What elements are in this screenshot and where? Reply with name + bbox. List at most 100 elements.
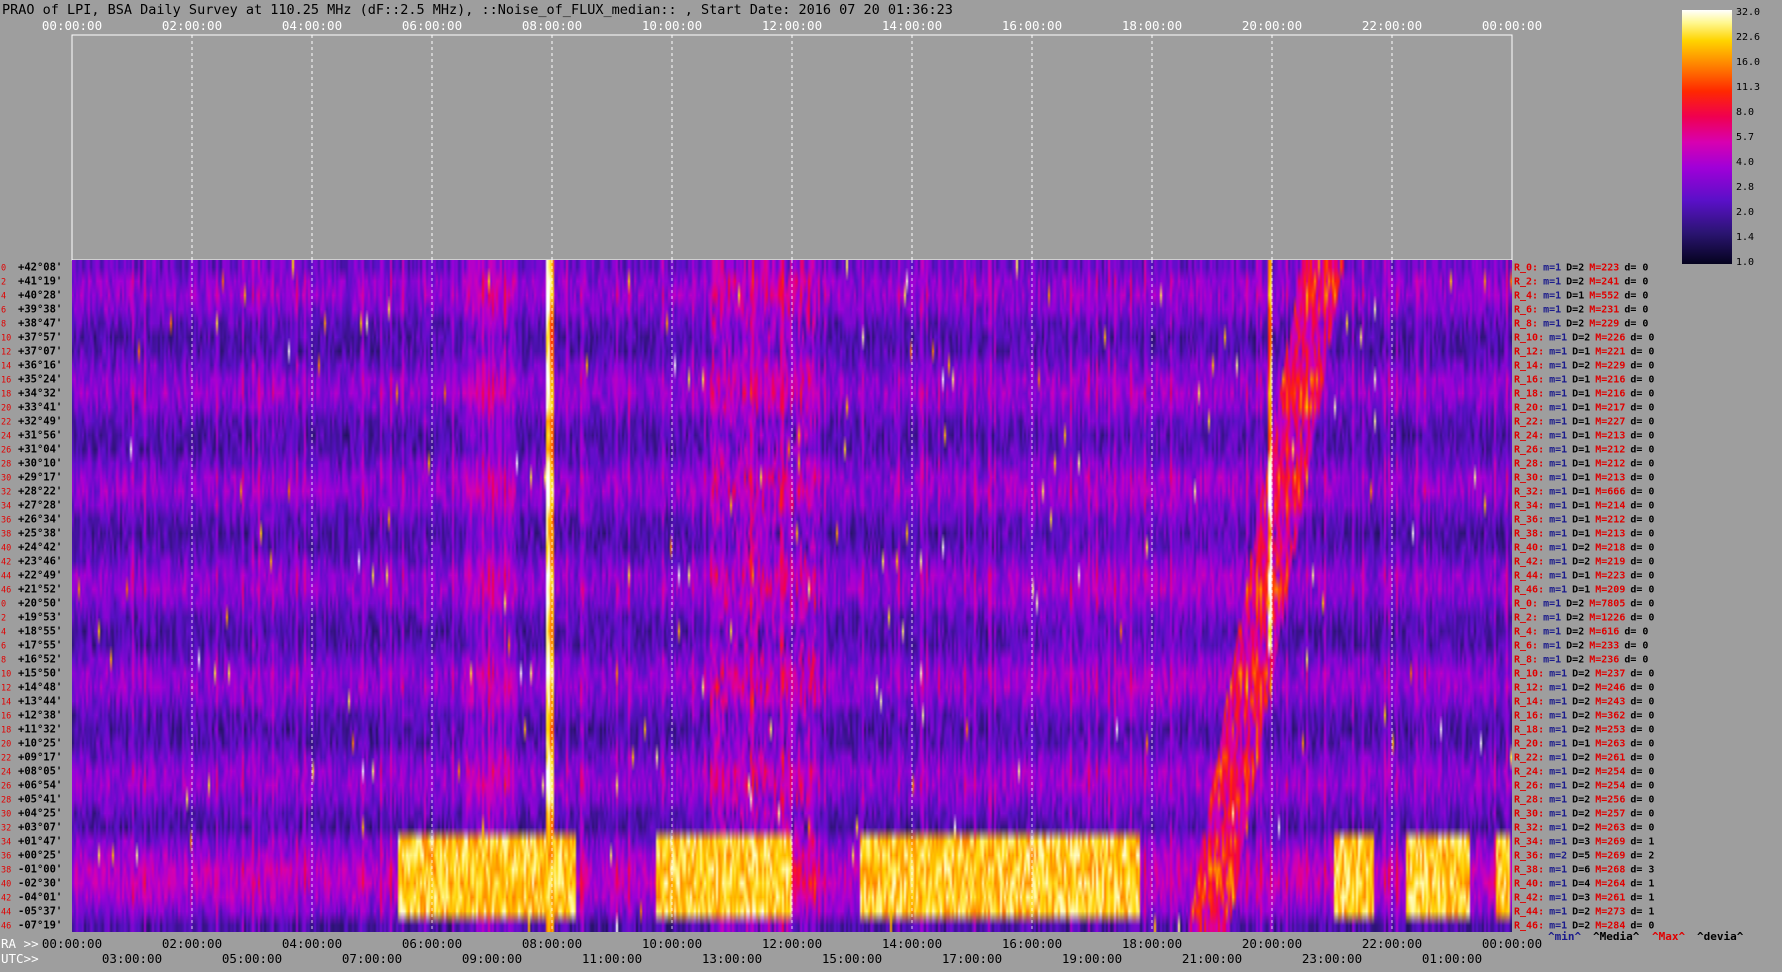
stats-M-value: M=241	[1589, 277, 1619, 288]
stats-M-value: M=223	[1589, 263, 1619, 274]
stats-D-value: D=3	[1572, 893, 1590, 904]
stats-m-value: m=2	[1549, 851, 1567, 862]
stats-M-value: M=236	[1589, 655, 1619, 666]
stats-row: R_18: m=1 D=2 M=253 d= 0	[1514, 725, 1654, 736]
declination-label: +31°56'	[18, 430, 62, 442]
stats-M-value: M=7805	[1589, 599, 1625, 610]
row-index-label: 28	[1, 796, 11, 806]
stats-D-value: D=2	[1566, 263, 1584, 274]
stats-r-value: R_20:	[1514, 403, 1544, 414]
stats-m-value: m=1	[1549, 375, 1567, 386]
stats-M-value: M=552	[1589, 291, 1619, 302]
top-utc-tick-label: 04:00:00	[282, 18, 342, 33]
row-index-label: 36	[1, 516, 11, 526]
colorbar-tick-label: 16.0	[1736, 57, 1760, 68]
row-index-label: 6	[1, 306, 6, 316]
stats-d-value: d= 0	[1630, 417, 1654, 428]
stats-row: R_44: m=1 D=2 M=273 d= 1	[1514, 907, 1654, 918]
stats-row: R_26: m=1 D=1 M=212 d= 0	[1514, 445, 1654, 456]
stats-row: R_18: m=1 D=1 M=216 d= 0	[1514, 389, 1654, 400]
stats-M-value: M=216	[1595, 375, 1625, 386]
stats-D-value: D=2	[1572, 361, 1590, 372]
colorbar-tick-label: 2.8	[1736, 182, 1754, 193]
stats-d-value: d= 0	[1624, 627, 1648, 638]
declination-label: +01°47'	[18, 836, 62, 848]
stats-M-value: M=269	[1595, 851, 1625, 862]
row-index-label: 42	[1, 558, 11, 568]
stats-row: R_38: m=1 D=1 M=213 d= 0	[1514, 529, 1654, 540]
stats-row: R_12: m=1 D=1 M=221 d= 0	[1514, 347, 1654, 358]
utc-bottom-tick-label: 01:00:00	[1422, 951, 1482, 966]
stats-D-value: D=2	[1566, 641, 1584, 652]
stats-row: R_2: m=1 D=2 M=1226 d= 0	[1514, 613, 1654, 624]
top-utc-tick-label: 02:00:00	[162, 18, 222, 33]
stats-row: R_4: m=1 D=1 M=552 d= 0	[1514, 291, 1648, 302]
declination-label: +10°25'	[18, 738, 62, 750]
utc-bottom-tick-label: 13:00:00	[702, 951, 762, 966]
ra-tick-label: 22:00:00	[1362, 936, 1422, 951]
stats-r-value: R_8:	[1514, 319, 1538, 330]
stats-m-value: m=1	[1543, 277, 1561, 288]
stats-D-value: D=2	[1572, 697, 1590, 708]
stats-m-value: m=1	[1549, 557, 1567, 568]
stats-D-value: D=2	[1572, 683, 1590, 694]
stats-row: R_42: m=1 D=2 M=219 d= 0	[1514, 557, 1654, 568]
stats-row: R_40: m=1 D=2 M=218 d= 0	[1514, 543, 1654, 554]
utc-bottom-tick-label: 19:00:00	[1062, 951, 1122, 966]
stats-r-value: R_42:	[1514, 893, 1544, 904]
stats-row: R_22: m=1 D=1 M=227 d= 0	[1514, 417, 1654, 428]
row-index-label: 26	[1, 782, 11, 792]
stats-d-value: d= 0	[1630, 389, 1654, 400]
utc-bottom-tick-label: 07:00:00	[342, 951, 402, 966]
ra-tick-label: 20:00:00	[1242, 936, 1302, 951]
row-index-label: 20	[1, 740, 11, 750]
declination-label: +40°28'	[18, 290, 62, 302]
stats-D-value: D=1	[1572, 487, 1590, 498]
stats-d-value: d= 0	[1630, 795, 1654, 806]
stats-d-value: d= 0	[1630, 739, 1654, 750]
stats-D-value: D=1	[1566, 291, 1584, 302]
ra-tick-label: 16:00:00	[1002, 936, 1062, 951]
row-index-label: 24	[1, 768, 11, 778]
stats-row: R_30: m=1 D=1 M=213 d= 0	[1514, 473, 1654, 484]
colorbar-tick-label: 22.6	[1736, 32, 1760, 43]
row-index-label: 16	[1, 712, 11, 722]
stats-d-value: d= 0	[1624, 641, 1648, 652]
row-index-labels: 0246810121416182022242628303234363840424…	[1, 264, 11, 932]
stats-r-value: R_0:	[1514, 599, 1538, 610]
top-utc-tick-label: 22:00:00	[1362, 18, 1422, 33]
stats-D-value: D=1	[1572, 459, 1590, 470]
stats-M-value: M=212	[1595, 459, 1625, 470]
stats-m-value: m=1	[1549, 753, 1567, 764]
declination-label: +21°52'	[18, 584, 62, 596]
utc-bottom-tick-label: 23:00:00	[1302, 951, 1362, 966]
declination-label: -02°30'	[18, 878, 62, 890]
stats-row: R_32: m=1 D=2 M=263 d= 0	[1514, 823, 1654, 834]
stats-row: R_34: m=1 D=1 M=214 d= 0	[1514, 501, 1654, 512]
stats-r-value: R_22:	[1514, 753, 1544, 764]
stats-row: R_28: m=1 D=1 M=212 d= 0	[1514, 459, 1654, 470]
stats-r-value: R_22:	[1514, 417, 1544, 428]
stats-M-value: M=1226	[1589, 613, 1625, 624]
utc-bottom-tick-label: 09:00:00	[462, 951, 522, 966]
stats-d-value: d= 0	[1624, 655, 1648, 666]
colorbar-tick-label: 32.0	[1736, 7, 1760, 18]
stats-r-value: R_46:	[1514, 585, 1544, 596]
stats-d-value: d= 0	[1630, 557, 1654, 568]
stats-D-value: D=4	[1572, 879, 1590, 890]
stats-d-value: d= 0	[1630, 347, 1654, 358]
declination-label: +23°46'	[18, 556, 62, 568]
top-utc-tick-label: 00:00:00	[42, 18, 102, 33]
stats-D-value: D=1	[1572, 375, 1590, 386]
stats-row: R_46: m=1 D=1 M=209 d= 0	[1514, 585, 1654, 596]
stats-m-value: m=1	[1549, 543, 1567, 554]
stats-m-value: m=1	[1549, 403, 1567, 414]
utc-axis-prefix: UTC>>	[1, 951, 39, 966]
stats-M-value: M=616	[1589, 627, 1619, 638]
declination-label: +37°07'	[18, 346, 62, 358]
stats-M-value: M=263	[1595, 739, 1625, 750]
stats-m-value: m=1	[1549, 823, 1567, 834]
stats-d-value: d= 0	[1630, 613, 1654, 624]
top-utc-tick-label: 00:00:00	[1482, 18, 1542, 33]
upper-empty-plot-area	[71, 34, 1513, 261]
